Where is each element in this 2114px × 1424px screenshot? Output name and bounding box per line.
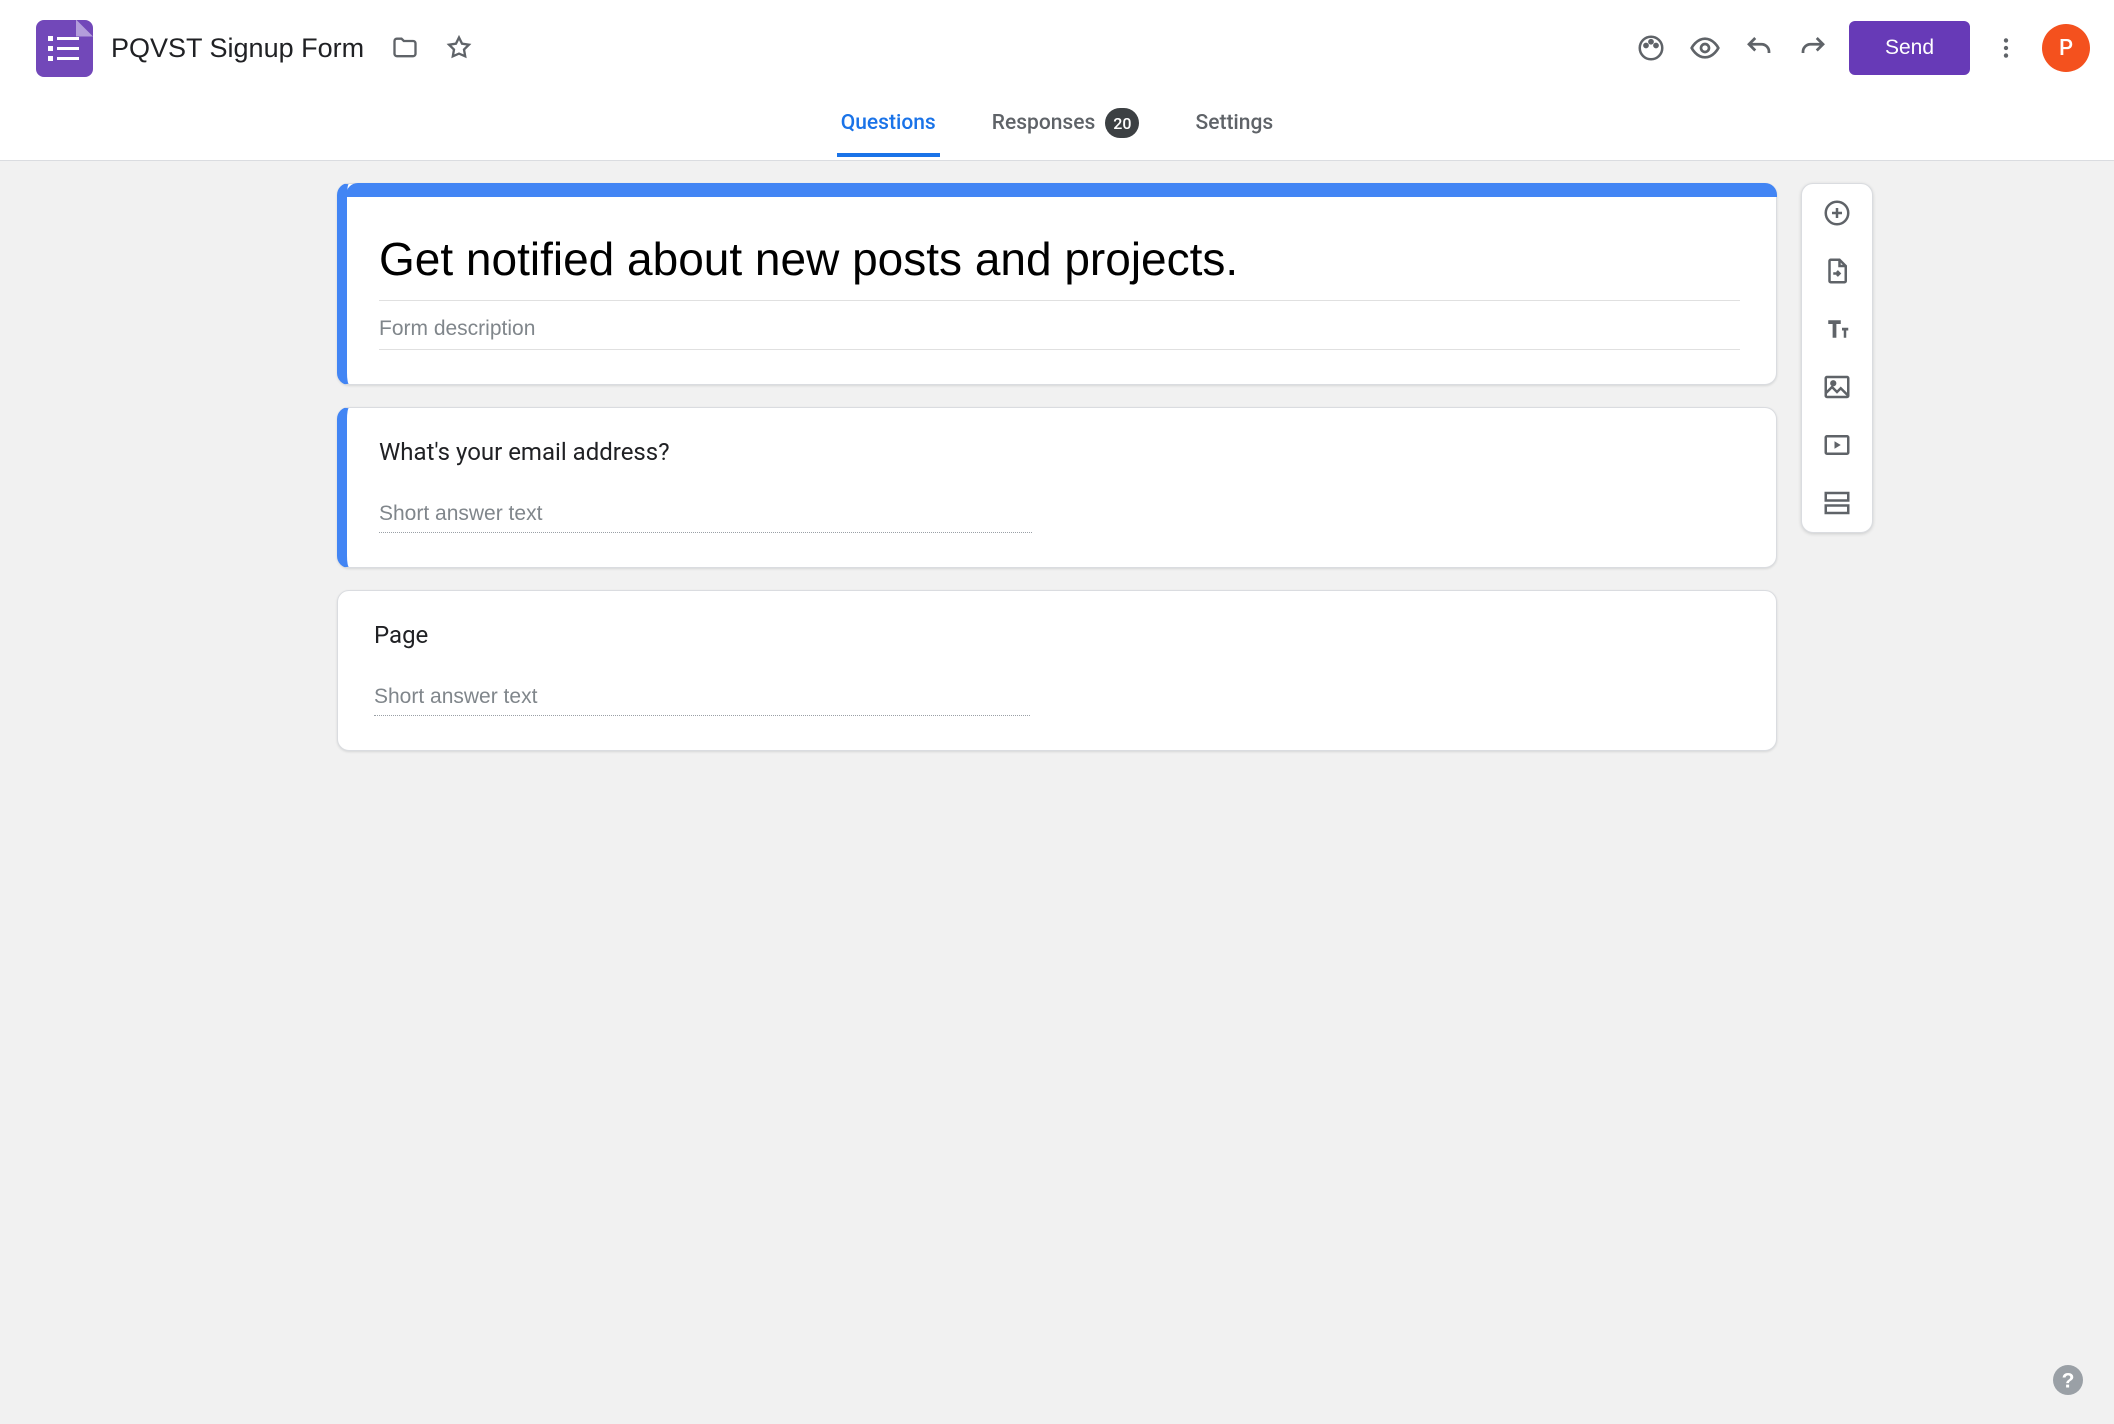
star-icon[interactable] xyxy=(441,30,477,66)
header-bar: Send P xyxy=(0,0,2114,96)
form-title-input[interactable] xyxy=(379,224,1740,301)
tab-label: Settings xyxy=(1195,111,1273,135)
short-answer-preview xyxy=(374,679,1030,716)
form-canvas: What's your email address? Page xyxy=(0,161,2114,1424)
short-answer-preview xyxy=(379,496,1032,533)
question-title[interactable]: Page xyxy=(374,621,1740,649)
more-menu-icon[interactable] xyxy=(1988,30,2024,66)
send-button[interactable]: Send xyxy=(1849,21,1970,75)
add-image-icon[interactable] xyxy=(1822,372,1852,402)
import-questions-icon[interactable] xyxy=(1822,256,1852,286)
question-title[interactable]: What's your email address? xyxy=(379,438,1740,466)
add-title-icon[interactable] xyxy=(1822,314,1852,344)
tab-questions[interactable]: Questions xyxy=(837,99,940,157)
account-avatar[interactable]: P xyxy=(2042,24,2090,72)
add-question-icon[interactable] xyxy=(1822,198,1852,228)
question-toolbar xyxy=(1801,183,1873,533)
tab-label: Responses xyxy=(992,111,1096,135)
customize-theme-icon[interactable] xyxy=(1633,30,1669,66)
document-title-input[interactable] xyxy=(111,33,369,64)
question-card[interactable]: Page xyxy=(337,590,1777,751)
tabs-bar: Questions Responses 20 Settings xyxy=(0,96,2114,161)
svg-text:?: ? xyxy=(2062,1370,2075,1393)
tab-settings[interactable]: Settings xyxy=(1191,99,1277,157)
forms-logo-icon[interactable] xyxy=(36,20,93,77)
add-video-icon[interactable] xyxy=(1822,430,1852,460)
responses-count-badge: 20 xyxy=(1105,108,1139,138)
preview-icon[interactable] xyxy=(1687,30,1723,66)
tab-label: Questions xyxy=(841,111,936,135)
move-to-folder-icon[interactable] xyxy=(387,30,423,66)
question-card[interactable]: What's your email address? xyxy=(337,407,1777,568)
help-icon[interactable]: ? xyxy=(2050,1362,2086,1398)
form-title-card[interactable] xyxy=(337,183,1777,385)
undo-icon[interactable] xyxy=(1741,30,1777,66)
redo-icon[interactable] xyxy=(1795,30,1831,66)
tab-responses[interactable]: Responses 20 xyxy=(988,96,1144,160)
add-section-icon[interactable] xyxy=(1822,488,1852,518)
form-description-input[interactable] xyxy=(379,301,1740,350)
